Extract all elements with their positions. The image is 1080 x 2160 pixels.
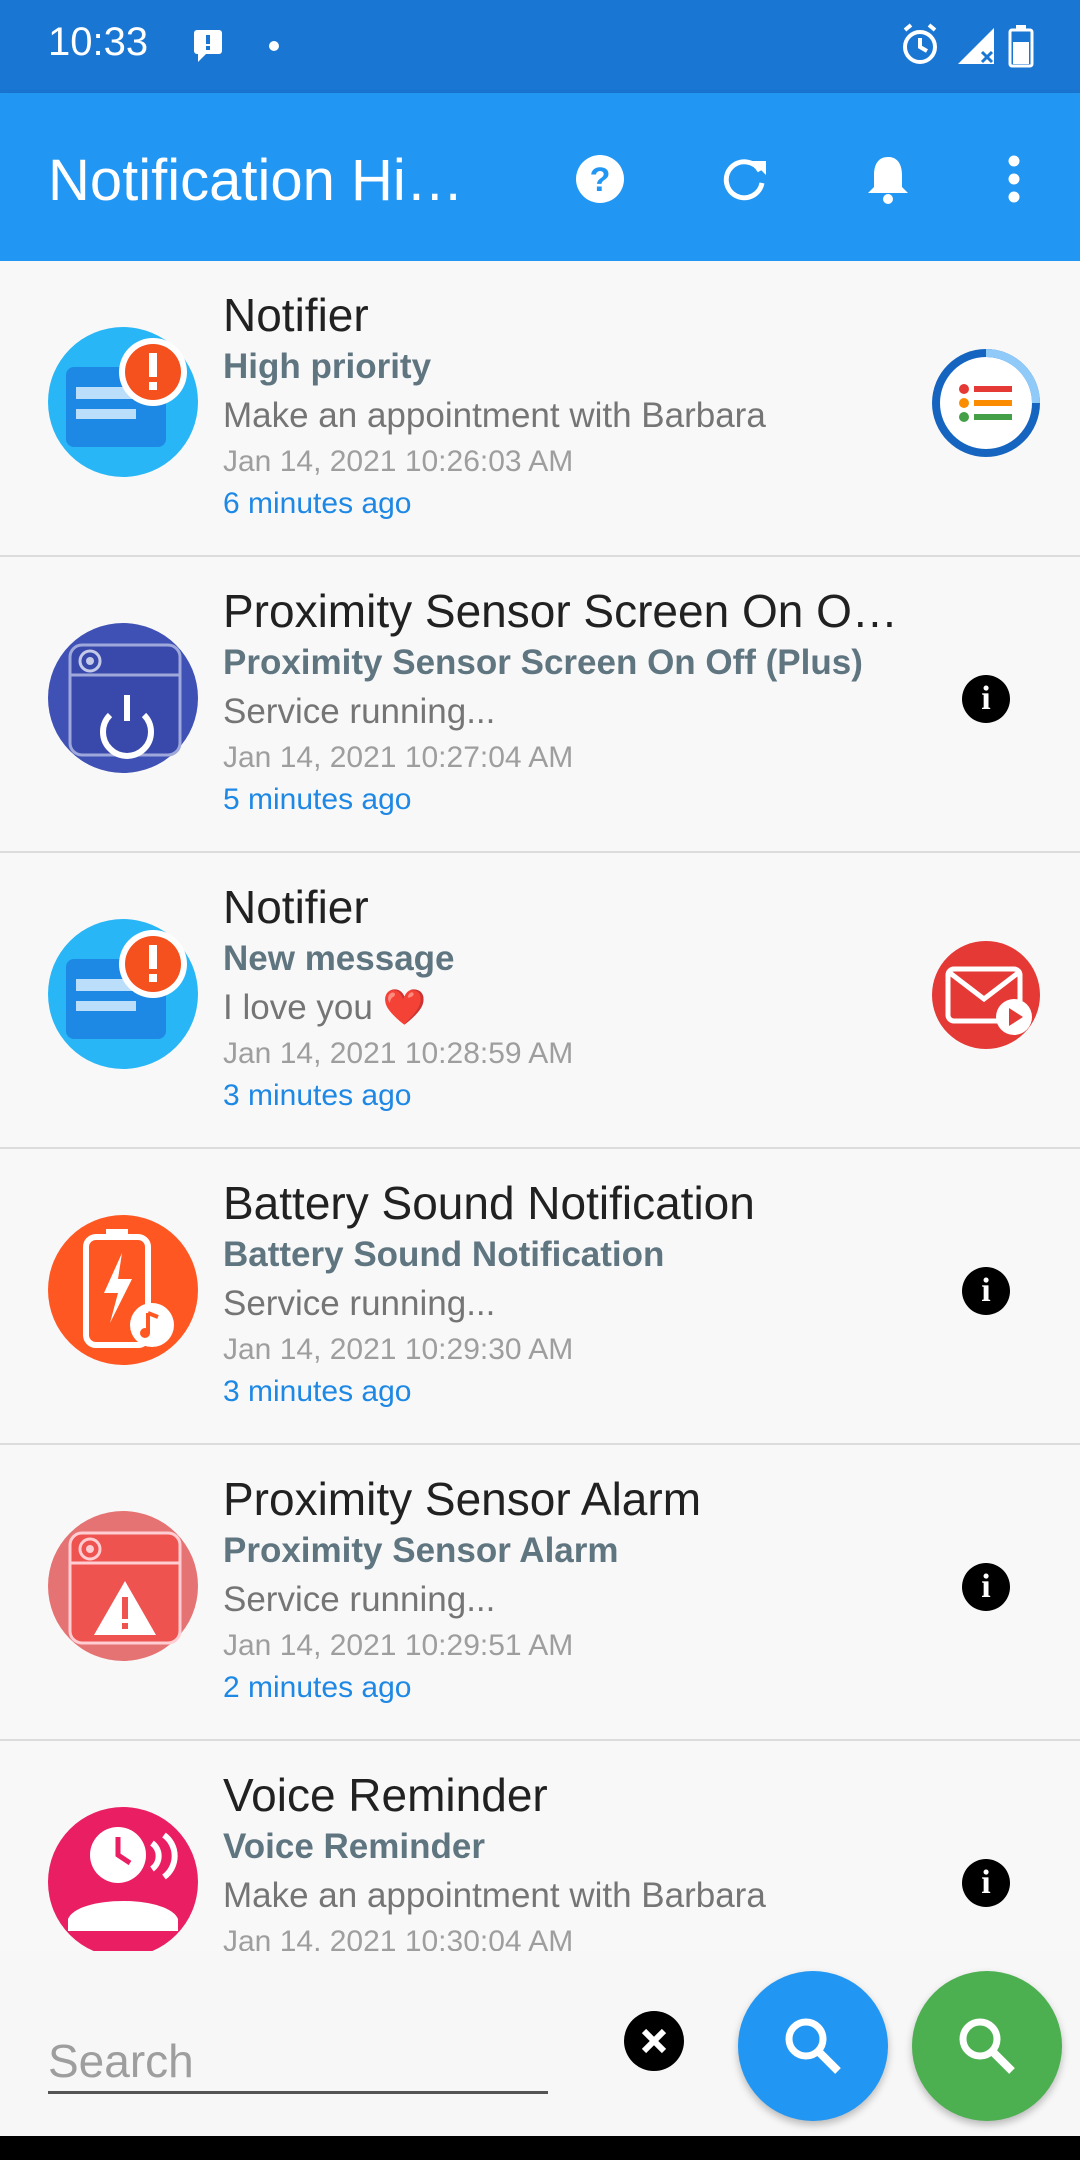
app-name: Notifier bbox=[223, 289, 369, 341]
list-item[interactable]: Notifier High priority Make an appointme… bbox=[0, 261, 1080, 557]
search-icon bbox=[785, 2018, 841, 2074]
voice-reminder-app-icon bbox=[48, 1807, 198, 1951]
notification-text: Service running... bbox=[223, 692, 496, 731]
battery-sound-app-icon bbox=[48, 1215, 198, 1365]
notification-title: Proximity Sensor Alarm bbox=[223, 1531, 619, 1570]
notification-title: Voice Reminder bbox=[223, 1827, 485, 1866]
proximity-power-app-icon bbox=[48, 623, 198, 773]
notifier-app-icon bbox=[48, 327, 198, 477]
more-vert-icon bbox=[1008, 155, 1020, 203]
notifications-button[interactable] bbox=[852, 143, 924, 215]
notification-title: High priority bbox=[223, 347, 432, 386]
notification-relative-time: 3 minutes ago bbox=[223, 1375, 412, 1408]
app-bar: Notification Hi… ? bbox=[0, 93, 1080, 261]
notification-timestamp: Jan 14, 2021 10:27:04 AM bbox=[223, 741, 574, 774]
info-icon: i bbox=[962, 675, 1010, 723]
list-item[interactable]: Voice Reminder Voice Reminder Make an ap… bbox=[0, 1741, 1080, 1951]
navigation-bar bbox=[0, 2136, 1080, 2160]
notification-title: Battery Sound Notification bbox=[223, 1235, 665, 1274]
list-item[interactable]: Proximity Sensor Screen On O… Proximity … bbox=[0, 557, 1080, 853]
search-bar bbox=[0, 1951, 1080, 2136]
status-time: 10:33 bbox=[48, 20, 149, 64]
notification-text: Service running... bbox=[223, 1580, 496, 1619]
notification-timestamp: Jan 14, 2021 10:29:51 AM bbox=[223, 1629, 574, 1662]
notification-timestamp: Jan 14, 2021 10:29:30 AM bbox=[223, 1333, 574, 1366]
info-icon: i bbox=[962, 1563, 1010, 1611]
proximity-alarm-app-icon bbox=[48, 1511, 198, 1661]
help-icon: ? bbox=[576, 155, 624, 203]
app-name: Proximity Sensor Alarm bbox=[223, 1473, 702, 1525]
notification-text: Service running... bbox=[223, 1284, 496, 1323]
more-options-button[interactable] bbox=[978, 143, 1050, 215]
notification-title: New message bbox=[223, 939, 455, 978]
info-icon: i bbox=[962, 1859, 1010, 1907]
open-app-button[interactable] bbox=[930, 347, 1042, 459]
app-name: Proximity Sensor Screen On O… bbox=[223, 585, 898, 637]
status-right-icons bbox=[900, 22, 1040, 73]
notification-relative-time: 2 minutes ago bbox=[223, 1671, 412, 1704]
advanced-search-button[interactable] bbox=[912, 1971, 1062, 2121]
info-button[interactable]: i bbox=[930, 1531, 1042, 1643]
status-left-icons bbox=[190, 26, 280, 71]
battery-icon bbox=[1008, 25, 1034, 68]
page-title: Notification Hi… bbox=[48, 148, 464, 213]
list-app-icon bbox=[932, 349, 1040, 457]
notification-timestamp: Jan 14, 2021 10:28:59 AM bbox=[223, 1037, 574, 1070]
signal-icon bbox=[958, 28, 994, 64]
svg-text:?: ? bbox=[590, 161, 611, 199]
notification-list[interactable]: Notifier High priority Make an appointme… bbox=[0, 261, 1080, 1951]
app-name: Voice Reminder bbox=[223, 1769, 548, 1821]
info-button[interactable]: i bbox=[930, 643, 1042, 755]
search-icon bbox=[959, 2018, 1015, 2074]
info-icon: i bbox=[962, 1267, 1010, 1315]
notification-text: Make an appointment with Barbara bbox=[223, 1876, 766, 1915]
list-item[interactable]: Notifier New message I love you ❤️ Jan 1… bbox=[0, 853, 1080, 1149]
clear-search-button[interactable] bbox=[624, 2011, 684, 2071]
refresh-icon bbox=[723, 159, 766, 201]
list-item[interactable]: Battery Sound Notification Battery Sound… bbox=[0, 1149, 1080, 1445]
mail-app-icon bbox=[932, 941, 1040, 1049]
notification-title: Proximity Sensor Screen On Off (Plus) bbox=[223, 643, 863, 682]
search-input[interactable] bbox=[48, 2031, 548, 2094]
dot-icon bbox=[269, 41, 279, 51]
open-app-button[interactable] bbox=[930, 939, 1042, 1051]
alarm-icon bbox=[903, 23, 937, 64]
refresh-button[interactable] bbox=[708, 143, 780, 215]
notification-relative-time: 3 minutes ago bbox=[223, 1079, 412, 1112]
info-button[interactable]: i bbox=[930, 1235, 1042, 1347]
notification-text: I love you ❤️ bbox=[223, 988, 427, 1027]
close-icon bbox=[641, 2028, 667, 2054]
notification-relative-time: 5 minutes ago bbox=[223, 783, 412, 816]
status-bar: 10:33 bbox=[0, 0, 1080, 93]
notification-timestamp: Jan 14, 2021 10:30:04 AM bbox=[223, 1925, 574, 1951]
search-button[interactable] bbox=[738, 1971, 888, 2121]
bell-icon bbox=[868, 157, 908, 204]
app-name: Battery Sound Notification bbox=[223, 1177, 755, 1229]
help-button[interactable]: ? bbox=[564, 143, 636, 215]
message-icon bbox=[194, 30, 222, 62]
notification-timestamp: Jan 14, 2021 10:26:03 AM bbox=[223, 445, 574, 478]
notification-relative-time: 6 minutes ago bbox=[223, 487, 412, 520]
notification-text: Make an appointment with Barbara bbox=[223, 396, 766, 435]
app-name: Notifier bbox=[223, 881, 369, 933]
info-button[interactable]: i bbox=[930, 1827, 1042, 1939]
list-item[interactable]: Proximity Sensor Alarm Proximity Sensor … bbox=[0, 1445, 1080, 1741]
notifier-app-icon bbox=[48, 919, 198, 1069]
